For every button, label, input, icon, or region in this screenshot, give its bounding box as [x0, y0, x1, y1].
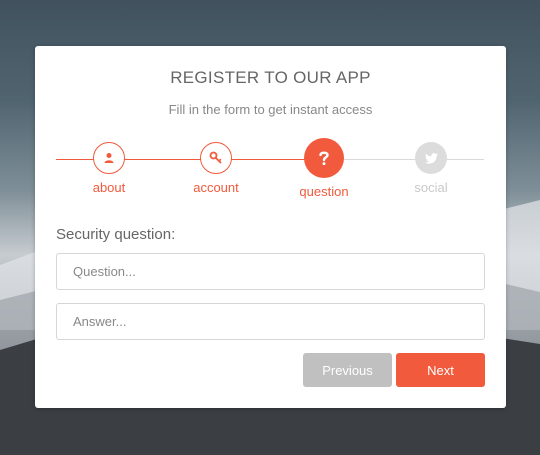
step-label-question: question: [299, 184, 349, 199]
question-icon: [304, 138, 344, 178]
step-about[interactable]: about: [69, 142, 149, 195]
step-label-account: account: [193, 180, 239, 195]
step-social[interactable]: social: [391, 142, 471, 195]
form-subtitle: Fill in the form to get instant access: [168, 102, 373, 117]
step-label-social: social: [414, 180, 448, 195]
step-label-about: about: [92, 180, 126, 195]
step-question[interactable]: question: [284, 138, 364, 199]
key-icon: [200, 142, 232, 174]
twitter-icon: [415, 142, 447, 174]
security-question-label: Security question:: [56, 226, 176, 243]
previous-button[interactable]: Previous: [303, 353, 392, 387]
form-title: REGISTER TO OUR APP: [170, 68, 371, 87]
registration-card: REGISTER TO OUR APP Fill in the form to …: [35, 46, 506, 408]
next-button[interactable]: Next: [396, 353, 485, 387]
step-account[interactable]: account: [176, 142, 256, 195]
question-input[interactable]: [56, 253, 485, 290]
user-icon: [93, 142, 125, 174]
answer-input[interactable]: [56, 303, 485, 340]
